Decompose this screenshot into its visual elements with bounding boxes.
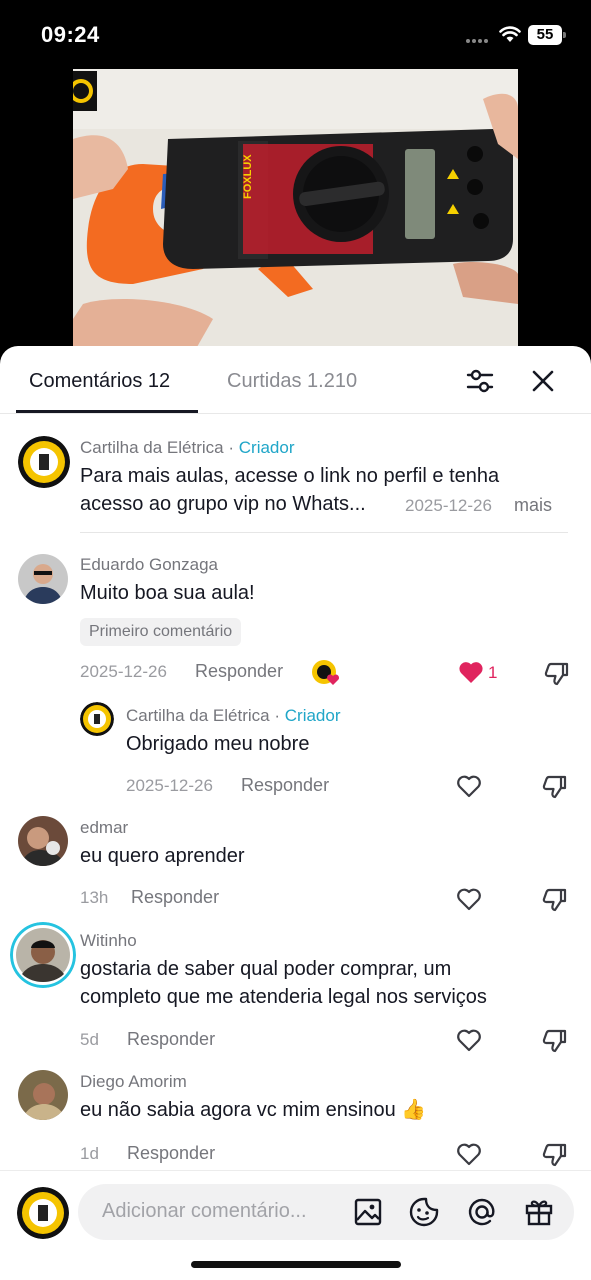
sliders-icon[interactable] — [465, 366, 495, 396]
reply-time: 2025-12-26 — [126, 776, 213, 795]
comment-time: 2025-12-26 — [80, 662, 167, 681]
user-avatar[interactable] — [18, 816, 68, 866]
heart-icon[interactable] — [456, 887, 482, 911]
tab-comments[interactable]: Comentários 12 — [29, 370, 170, 393]
comment-input-placeholder: Adicionar comentário... — [102, 1200, 307, 1222]
comment-text: eu não sabia agora vc mim ensinou 👍 — [80, 1099, 427, 1121]
comment-item: Diego Amorim eu não sabia agora vc mim e… — [0, 1066, 591, 1167]
creator-badge: Criador — [238, 438, 295, 457]
comment-text: eu quero aprender — [80, 845, 245, 867]
dislike-icon[interactable] — [541, 773, 567, 799]
comment-text-line2: acesso ao grupo vip no Whats... — [80, 493, 366, 515]
meter-brand: FOXLUX — [242, 154, 254, 199]
reply-button[interactable]: Responder — [241, 775, 329, 796]
comment-time: 13h — [80, 888, 109, 907]
reply-button[interactable]: Responder — [131, 887, 219, 908]
home-indicator — [191, 1261, 401, 1268]
comment-text: Para mais aulas, acesse o link no perfil… — [80, 465, 500, 487]
reply-button[interactable]: Responder — [127, 1143, 215, 1164]
my-avatar[interactable] — [17, 1187, 69, 1239]
creator-badge: Criador — [284, 706, 341, 725]
tab-indicator — [16, 410, 198, 413]
video-preview[interactable]: FOXLUX — [73, 69, 518, 354]
comment-username[interactable]: Eduardo Gonzaga — [80, 555, 218, 575]
signal-icon — [466, 39, 492, 45]
channel-logo-badge — [73, 71, 97, 111]
comment-username[interactable]: Diego Amorim — [80, 1072, 187, 1092]
user-avatar-with-story-ring[interactable] — [10, 922, 76, 988]
battery-level: 55 — [528, 25, 562, 45]
reply-text: Obrigado meu nobre — [126, 733, 310, 755]
tab-likes[interactable]: Curtidas 1.210 — [227, 370, 357, 393]
status-time: 09:24 — [41, 22, 100, 47]
user-avatar[interactable] — [18, 554, 68, 604]
reply-button[interactable]: Responder — [127, 1029, 215, 1050]
divider — [80, 532, 568, 533]
close-icon[interactable] — [528, 366, 558, 396]
comment-time: 1d — [80, 1144, 99, 1163]
creator-liked-icon — [312, 660, 340, 685]
comment-username[interactable]: Cartilha da Elétrica · Criador — [80, 438, 295, 458]
dislike-icon[interactable] — [543, 660, 569, 686]
sticker-icon[interactable] — [408, 1196, 440, 1228]
user-avatar[interactable] — [18, 1070, 68, 1120]
comment-item: Witinho gostaria de saber qual poder com… — [0, 922, 591, 1054]
dislike-icon[interactable] — [541, 1141, 567, 1167]
pinned-comment: Cartilha da Elétrica · Criador Para mais… — [0, 432, 591, 532]
heart-icon[interactable] — [456, 774, 482, 798]
comments-tabs: Comentários 12 Curtidas 1.210 — [0, 346, 591, 414]
battery-icon: 55 — [528, 25, 566, 45]
comment-text: Muito boa sua aula! — [80, 582, 255, 604]
creator-avatar[interactable] — [18, 436, 70, 488]
comment-text: gostaria de saber qual poder comprar, um — [80, 958, 452, 980]
dislike-icon[interactable] — [541, 886, 567, 912]
dislike-icon[interactable] — [541, 1027, 567, 1053]
mention-icon[interactable] — [466, 1196, 498, 1228]
wifi-icon — [499, 26, 521, 42]
heart-filled-icon[interactable] — [458, 660, 484, 684]
gift-icon[interactable] — [523, 1196, 555, 1228]
status-bar: 09:24 55 — [0, 0, 591, 68]
heart-icon[interactable] — [456, 1028, 482, 1052]
first-comment-chip: Primeiro comentário — [80, 618, 242, 646]
reply-button[interactable]: Responder — [195, 661, 283, 682]
comment-item: edmar eu quero aprender 13h Responder — [0, 812, 591, 912]
heart-icon[interactable] — [456, 1142, 482, 1166]
comment-username[interactable]: edmar — [80, 818, 128, 838]
comment-username[interactable]: Witinho — [80, 931, 137, 951]
video-frame: FOXLUX — [73, 69, 518, 354]
like-count: 1 — [488, 663, 498, 682]
comment-date: 2025-12-26 — [405, 496, 492, 515]
reply-username[interactable]: Cartilha da Elétrica · Criador — [126, 706, 341, 726]
comments-sheet: Comentários 12 Curtidas 1.210 Cartilha d… — [0, 346, 591, 1280]
comment-item: Eduardo Gonzaga Muito boa sua aula! Prim… — [0, 552, 591, 687]
creator-avatar[interactable] — [80, 702, 114, 736]
comment-time: 5d — [80, 1030, 99, 1049]
comment-input[interactable]: Adicionar comentário... — [78, 1184, 574, 1240]
reply-item: Cartilha da Elétrica · Criador Obrigado … — [0, 698, 591, 799]
image-icon[interactable] — [352, 1196, 384, 1228]
see-more-link[interactable]: mais — [514, 495, 552, 516]
comment-text-line2: completo que me atenderia legal nos serv… — [80, 986, 487, 1008]
